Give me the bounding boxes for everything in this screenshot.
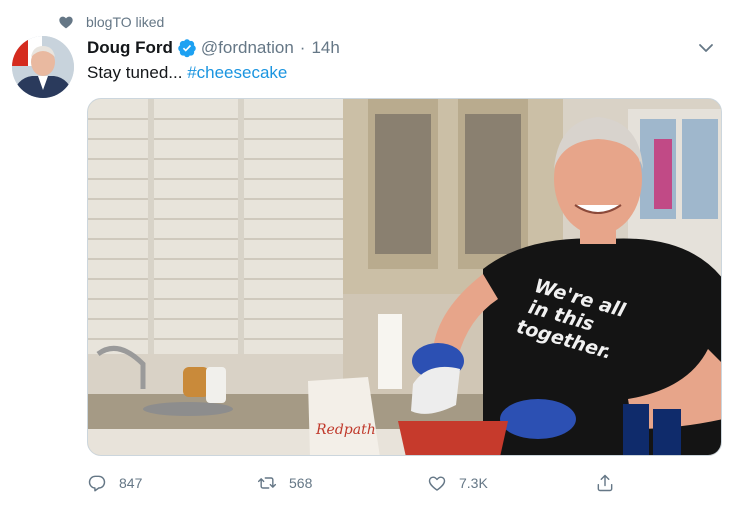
- social-context-label: blogTO liked: [86, 14, 165, 30]
- avatar-image: [12, 36, 74, 98]
- tweet-header: Doug Ford @fordnation · 14h: [87, 36, 722, 60]
- separator-dot: ·: [299, 38, 306, 57]
- tweet-text: Stay tuned... #cheesecake: [87, 63, 287, 83]
- retweet-button[interactable]: 568: [257, 473, 312, 493]
- share-button[interactable]: [595, 473, 615, 493]
- sugar-bag-label: Redpath: [315, 422, 376, 438]
- reply-count: 847: [119, 475, 143, 491]
- media-image: Redpath We're all in this together.: [88, 99, 721, 455]
- author-handle[interactable]: @fordnation: [201, 38, 294, 58]
- tweet-actions: 847 568 7.3K: [87, 468, 647, 498]
- author-name[interactable]: Doug Ford: [87, 38, 173, 58]
- hashtag-link[interactable]: #cheesecake: [187, 63, 287, 82]
- reply-button[interactable]: 847: [87, 473, 142, 493]
- verified-badge-icon: [178, 39, 196, 58]
- like-button[interactable]: 7.3K: [427, 473, 488, 493]
- like-count: 7.3K: [459, 475, 488, 491]
- retweet-count: 568: [289, 475, 313, 491]
- avatar[interactable]: [12, 36, 74, 98]
- share-icon: [597, 474, 613, 492]
- heart-outline-icon: [428, 476, 446, 491]
- heart-icon: [59, 16, 73, 29]
- tweet-media[interactable]: Redpath We're all in this together.: [87, 98, 722, 456]
- tweet-body: Stay tuned...: [87, 63, 188, 82]
- retweet-icon: [257, 477, 277, 489]
- chevron-down-icon[interactable]: [694, 36, 718, 60]
- tweet-timestamp[interactable]: 14h: [311, 38, 339, 58]
- social-context: blogTO liked: [58, 12, 164, 32]
- reply-icon: [88, 475, 106, 492]
